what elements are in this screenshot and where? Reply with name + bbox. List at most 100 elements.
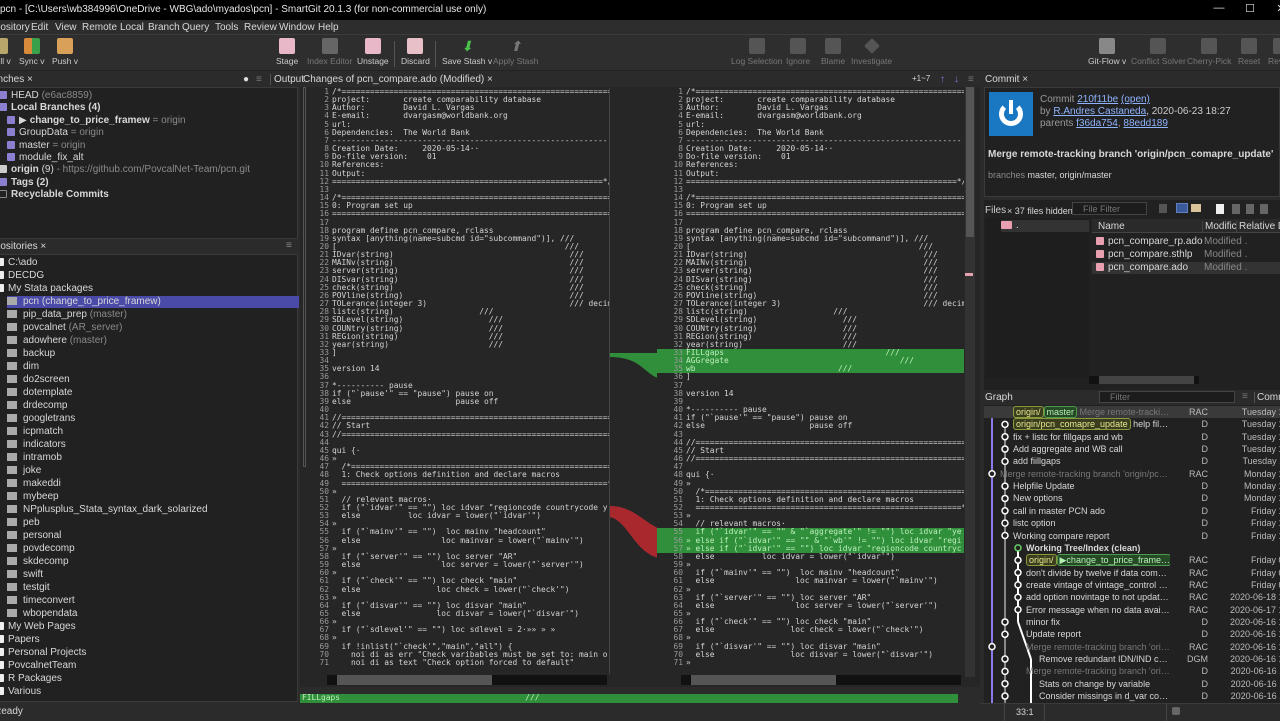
- repository-item[interactable]: dotemplate: [7, 387, 72, 399]
- minimize-button[interactable]: —: [1204, 2, 1234, 18]
- menu-icon[interactable]: ≡: [286, 240, 292, 251]
- menu-icon[interactable]: ≡: [1242, 391, 1248, 402]
- file-icon[interactable]: [1232, 204, 1240, 214]
- commit-row[interactable]: Working compare report D Friday 12:1: [984, 530, 1280, 542]
- git-flow-button[interactable]: Git-Flow v: [1088, 38, 1126, 66]
- file-filter-input[interactable]: [1072, 202, 1147, 215]
- column-name[interactable]: Name: [1098, 221, 1125, 232]
- commit-row[interactable]: Merge remote-tracking branch 'origin/pcn…: [984, 468, 1280, 480]
- commit-row[interactable]: add fiillgaps D Tuesday 11:4: [984, 455, 1280, 467]
- menu-help[interactable]: Help: [318, 22, 339, 33]
- repository-item[interactable]: swift: [7, 569, 43, 581]
- right-horizontal-scrollbar[interactable]: [681, 675, 961, 685]
- repository-item[interactable]: povdecomp: [7, 543, 75, 555]
- commit-row[interactable]: minor fix D 2020-06-16 18:2: [984, 616, 1280, 628]
- repository-item[interactable]: Personal Projects: [0, 647, 86, 659]
- cherry-pick-button[interactable]: Cherry-Pick: [1187, 38, 1231, 66]
- checkbox[interactable]: [7, 153, 15, 162]
- commit-row[interactable]: Add aggregate and WB call D Tuesday 15:0: [984, 443, 1280, 455]
- blame-button[interactable]: Blame: [821, 38, 845, 66]
- repository-item[interactable]: pip_data_prep (master): [7, 309, 127, 321]
- commit-row[interactable]: don't divide by twelve if data come from…: [984, 567, 1280, 579]
- commit-row[interactable]: New options D Monday 13:2: [984, 492, 1280, 504]
- folder-view-icon[interactable]: [1176, 203, 1188, 213]
- repository-item[interactable]: My Stata packages: [0, 283, 93, 295]
- tab-commit[interactable]: Commit ×: [985, 74, 1028, 85]
- repository-item[interactable]: skdecomp: [7, 556, 69, 568]
- menu-icon[interactable]: ≡: [968, 74, 974, 85]
- checkbox[interactable]: [0, 178, 7, 186]
- column-relative-dir[interactable]: Relative Dir: [1236, 221, 1280, 232]
- menu-remote[interactable]: Remote: [82, 22, 117, 33]
- github-icon[interactable]: ●: [243, 74, 249, 85]
- close-button[interactable]: ✕: [1266, 2, 1280, 18]
- maximize-button[interactable]: ☐: [1235, 2, 1265, 18]
- pull-button[interactable]: Pull v: [0, 38, 11, 66]
- commit-row[interactable]: Stats on change by variable D 2020-06-16 1…: [984, 678, 1280, 690]
- commit-row[interactable]: listc option D Friday 12:1: [984, 517, 1280, 529]
- graph-filter-input[interactable]: [1099, 391, 1235, 403]
- horizontal-scrollbar[interactable]: [1089, 376, 1199, 384]
- repository-item[interactable]: C:\ado: [0, 257, 37, 269]
- repository-item[interactable]: drdecomp: [7, 400, 67, 412]
- repository-item[interactable]: makeddi: [7, 478, 61, 490]
- save-stash-button[interactable]: ⬇ Save Stash v: [442, 38, 492, 66]
- file-row[interactable]: pcn_compare.sthlp Modified .: [1092, 249, 1280, 261]
- repository-item[interactable]: intramob: [7, 452, 62, 464]
- repository-item[interactable]: googletrans: [7, 413, 75, 425]
- commit-row[interactable]: origin/master Merge remote-tracking bran…: [984, 406, 1280, 418]
- reset-button[interactable]: Reset: [1238, 38, 1260, 66]
- checkbox[interactable]: [7, 140, 15, 149]
- branch-item[interactable]: master = origin: [7, 140, 85, 152]
- left-horizontal-scrollbar[interactable]: [327, 675, 607, 685]
- recyclable-commits-item[interactable]: Recyclable Commits: [0, 189, 109, 201]
- repository-item[interactable]: Various: [0, 686, 41, 698]
- checkbox[interactable]: [0, 190, 7, 198]
- repository-item[interactable]: indicators: [7, 439, 66, 451]
- commit-row[interactable]: create vintage of vintage_control file RA…: [984, 579, 1280, 591]
- menu-tools[interactable]: Tools: [215, 22, 238, 33]
- stage-button[interactable]: Stage: [276, 38, 298, 66]
- commit-row[interactable]: origin/▶change_to_price_framew user righ…: [984, 554, 1280, 567]
- checkbox[interactable]: [7, 116, 15, 124]
- tab-repositories[interactable]: Repositories ×: [0, 241, 46, 252]
- branch-item[interactable]: module_fix_alt: [7, 152, 83, 164]
- tags-item[interactable]: Tags (2): [0, 177, 49, 189]
- commit-row[interactable]: Error message when no data available to …: [984, 604, 1280, 616]
- parent-link[interactable]: 88edd189: [1123, 118, 1168, 129]
- menu-icon[interactable]: ≡: [256, 74, 262, 85]
- menu-local[interactable]: Local: [120, 22, 144, 33]
- repository-item[interactable]: icpmatch: [7, 426, 63, 438]
- right-editor[interactable]: 1/*=====================================…: [657, 88, 964, 674]
- file-icon[interactable]: [1159, 204, 1167, 213]
- commit-row[interactable]: Helpfile Update D Monday 13:2: [984, 480, 1280, 492]
- repository-item[interactable]: testgit: [7, 582, 50, 594]
- unstage-button[interactable]: Unstage: [357, 38, 389, 66]
- checkbox[interactable]: [0, 165, 7, 173]
- head-item[interactable]: HEAD (e6ac8859): [0, 90, 92, 102]
- folder-icon[interactable]: [1191, 204, 1201, 212]
- checkbox[interactable]: [7, 128, 15, 137]
- commit-row[interactable]: Working Tree/Index (clean): [984, 542, 1280, 554]
- index-editor-button[interactable]: Index Editor: [307, 38, 352, 66]
- push-button[interactable]: Push v: [52, 38, 78, 66]
- repository-item[interactable]: DECDG: [0, 270, 44, 282]
- sync-button[interactable]: Sync v: [19, 38, 45, 66]
- checkbox[interactable]: [0, 91, 7, 99]
- menu-view[interactable]: View: [55, 22, 77, 33]
- repository-item[interactable]: adowhere (master): [7, 335, 107, 347]
- repository-item[interactable]: Papers: [0, 634, 40, 646]
- directory-root[interactable]: .: [1001, 220, 1089, 232]
- branch-item[interactable]: GroupData = origin: [7, 127, 104, 139]
- repository-item[interactable]: PovcalnetTeam: [0, 660, 76, 672]
- comment-icon[interactable]: [1172, 707, 1180, 715]
- parent-link[interactable]: f36da754: [1076, 118, 1118, 129]
- repository-item[interactable]: pcn (change_to_price_framew): [7, 296, 299, 308]
- repository-item[interactable]: R Packages: [0, 673, 62, 685]
- file-icon[interactable]: [1260, 204, 1268, 214]
- tab-branches[interactable]: Branches ×: [0, 74, 33, 85]
- commit-row[interactable]: Merge remote-tracking branch 'origin/Fix…: [984, 641, 1280, 653]
- repository-item[interactable]: timeconvert: [7, 595, 75, 607]
- repository-item[interactable]: povcalnet (AR_server): [7, 322, 123, 334]
- repository-item[interactable]: peb: [7, 517, 40, 529]
